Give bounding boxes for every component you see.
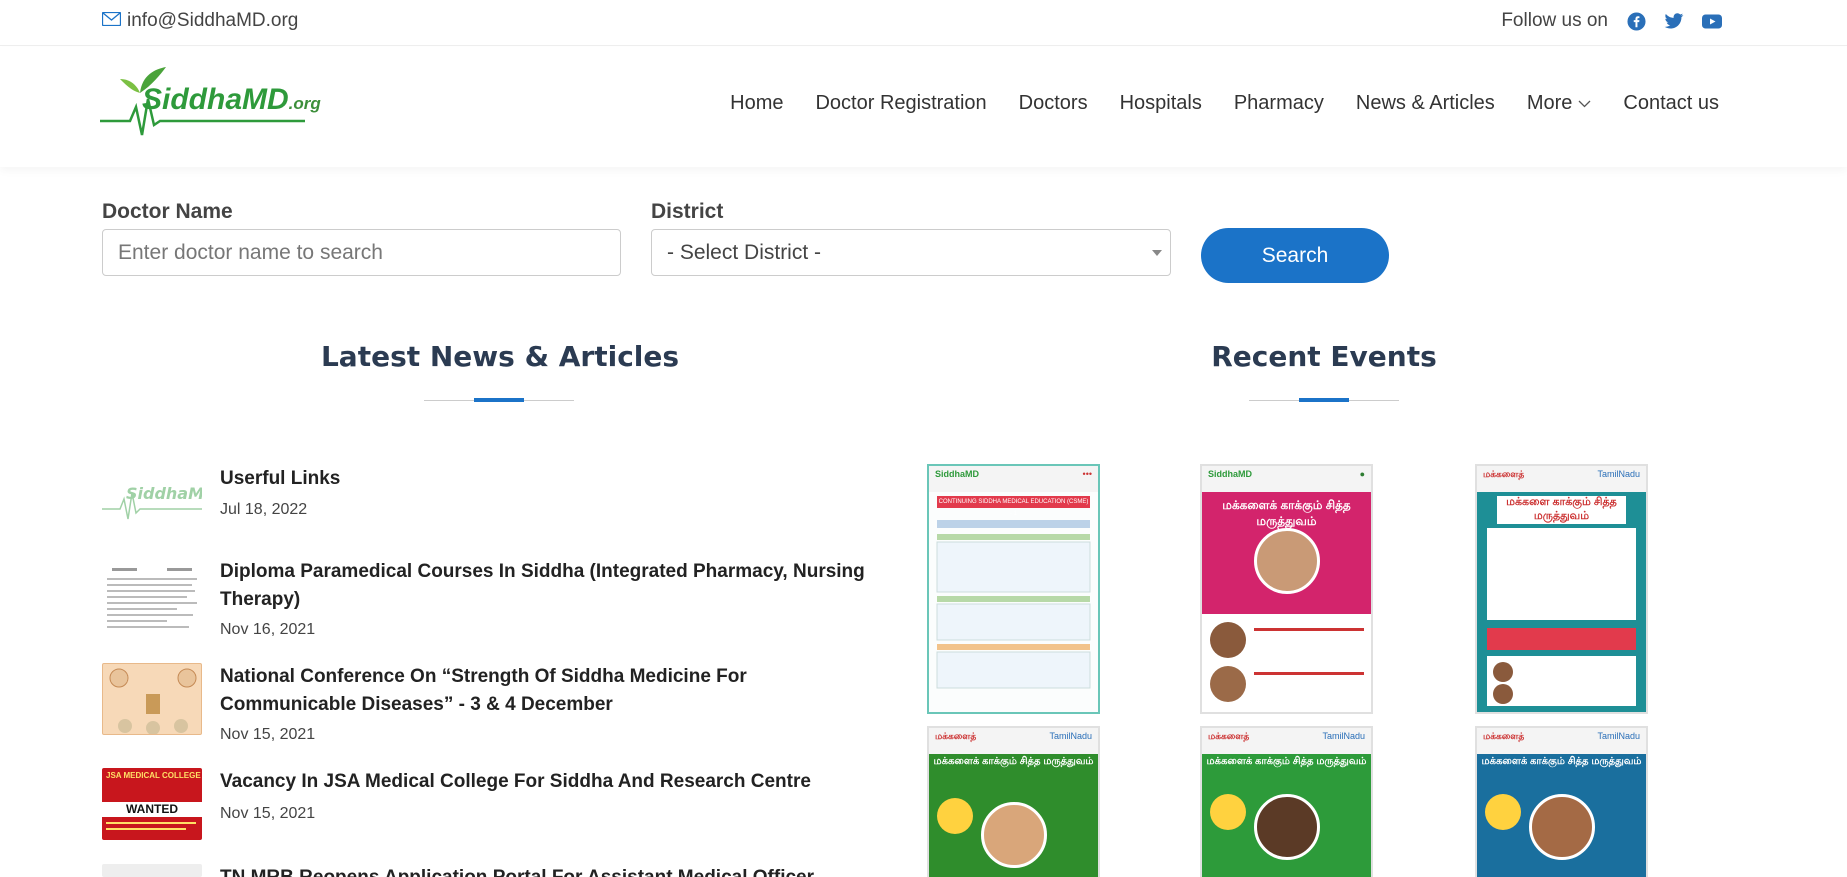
poster-header: மக்களைத் TamilNadu	[1477, 466, 1646, 492]
event-poster[interactable]: மக்களைத் TamilNadu மக்களை காக்கும் சித்த …	[1475, 464, 1648, 714]
news-thumbnail: SiddhaMD	[102, 465, 202, 537]
poster-header: மக்களைத் TamilNadu	[1477, 728, 1646, 754]
poster-header: மக்களைத் TamilNadu	[1202, 728, 1371, 754]
news-date: Jul 18, 2022	[220, 501, 308, 518]
poster-title: மக்களைக் காக்கும் சித்த மருத்துவம்	[933, 756, 1094, 767]
list-item[interactable]: TN MRB Reopens Application Portal For As…	[102, 864, 882, 877]
nav-contact-us[interactable]: Contact us	[1623, 92, 1719, 115]
caret-down-icon	[1152, 250, 1162, 256]
nav-doctor-registration[interactable]: Doctor Registration	[815, 92, 986, 115]
nav-pharmacy[interactable]: Pharmacy	[1234, 92, 1324, 115]
news-title[interactable]: Userful Links	[220, 465, 880, 493]
nav-more-label: More	[1526, 92, 1573, 114]
district-selected-value: - Select District -	[667, 240, 822, 264]
nav-hospitals[interactable]: Hospitals	[1120, 92, 1202, 115]
list-item[interactable]: National Conference On “Strength Of Sidd…	[102, 663, 882, 753]
social-links: Follow us on	[1501, 10, 1722, 32]
news-title[interactable]: Vacancy In JSA Medical College For Siddh…	[220, 768, 880, 796]
svg-text:SiddhaMD: SiddhaMD	[126, 484, 202, 503]
news-thumbnail: JSA MEDICAL COLLEGE WANTED	[102, 768, 202, 840]
news-date: Nov 15, 2021	[220, 726, 316, 743]
chevron-down-icon	[1578, 100, 1591, 107]
list-item[interactable]: JSA MEDICAL COLLEGE WANTED Vacancy In JS…	[102, 768, 882, 848]
event-poster[interactable]: SiddhaMD ••• CONTINUING SIDDHA MEDICAL ED…	[927, 464, 1100, 714]
speaker-photo	[1253, 528, 1320, 594]
nav-more[interactable]: More	[1527, 92, 1592, 115]
poster-header: SiddhaMD ●	[1202, 466, 1371, 492]
logo-wordmark: SiddhaMD.org	[142, 83, 321, 116]
doctor-name-input[interactable]: Enter doctor name to search	[102, 229, 621, 276]
event-poster[interactable]: மக்களைத் TamilNadu மக்களைக் காக்கும் சித்…	[1200, 726, 1373, 877]
news-date: Nov 16, 2021	[220, 621, 316, 638]
district-label: District	[651, 200, 724, 223]
poster-title: மக்களைக் காக்கும் சித்த மருத்துவம்	[1206, 756, 1367, 767]
news-thumbnail	[102, 663, 202, 735]
nav-news-articles[interactable]: News & Articles	[1356, 92, 1495, 115]
district-select[interactable]: - Select District -	[651, 229, 1171, 276]
news-section-title: Latest News & Articles	[320, 340, 680, 373]
list-item[interactable]: SiddhaMD Userful Links Jul 18, 2022	[102, 465, 882, 545]
twitter-icon[interactable]	[1664, 11, 1684, 31]
events-divider	[1249, 398, 1399, 404]
poster-header: மக்களைத் TamilNadu	[929, 728, 1098, 754]
poster-title: மக்களை காக்கும் சித்த மருத்துவம்	[1497, 496, 1626, 524]
poster-title: மக்களைக் காக்கும் சித்த மருத்துவம்	[1222, 498, 1351, 528]
search-button[interactable]: Search	[1201, 228, 1389, 283]
event-poster[interactable]: மக்களைத் TamilNadu மக்களைக் காக்கும் சித்…	[927, 726, 1100, 877]
email-text: info@SiddhaMD.org	[127, 10, 299, 31]
poster-header: SiddhaMD •••	[929, 466, 1098, 492]
youtube-icon[interactable]	[1702, 11, 1722, 31]
poster-title: மக்களைக் காக்கும் சித்த மருத்துவம்	[1481, 756, 1642, 767]
main-nav: Home Doctor Registration Doctors Hospita…	[730, 92, 1719, 115]
event-poster[interactable]: SiddhaMD ● மக்களைக் காக்கும் சித்த மருத்த…	[1200, 464, 1373, 714]
contact-email[interactable]: info@SiddhaMD.org	[101, 10, 299, 32]
news-title[interactable]: TN MRB Reopens Application Portal For As…	[220, 864, 880, 877]
site-logo[interactable]: SiddhaMD.org	[100, 63, 321, 148]
news-divider	[424, 398, 574, 404]
poster-title: CONTINUING SIDDHA MEDICAL EDUCATION (CSM…	[937, 496, 1090, 517]
facebook-icon[interactable]	[1626, 11, 1646, 31]
mail-icon	[101, 10, 122, 32]
doctor-name-label: Doctor Name	[102, 200, 233, 223]
news-thumbnail	[102, 864, 202, 877]
top-bar: info@SiddhaMD.org Follow us on	[0, 0, 1847, 46]
site-header: SiddhaMD.org Home Doctor Registration Do…	[0, 47, 1847, 167]
doctor-name-placeholder: Enter doctor name to search	[118, 240, 383, 264]
events-section-title: Recent Events	[1211, 340, 1437, 373]
speaker-photo	[1253, 794, 1320, 860]
follow-label: Follow us on	[1501, 10, 1608, 31]
list-item[interactable]: Diploma Paramedical Courses In Siddha (I…	[102, 558, 882, 648]
news-title[interactable]: Diploma Paramedical Courses In Siddha (I…	[220, 558, 880, 614]
speaker-photo	[1528, 794, 1595, 860]
event-poster[interactable]: மக்களைத் TamilNadu மக்களைக் காக்கும் சித்…	[1475, 726, 1648, 877]
nav-home[interactable]: Home	[730, 92, 783, 115]
news-date: Nov 15, 2021	[220, 805, 316, 822]
speaker-photo	[980, 802, 1047, 868]
news-title[interactable]: National Conference On “Strength Of Sidd…	[220, 663, 880, 719]
news-thumbnail	[102, 564, 202, 636]
nav-doctors[interactable]: Doctors	[1019, 92, 1088, 115]
